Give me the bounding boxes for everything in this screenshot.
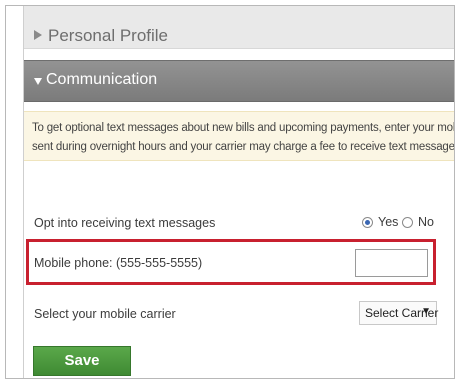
carrier-select[interactable]: Select Carrier ▼ bbox=[359, 301, 438, 325]
collapse-triangle-icon bbox=[34, 78, 42, 85]
mobile-phone-label: Mobile phone: (555-555-5555) bbox=[34, 256, 203, 270]
section-header-personal-profile[interactable]: Personal Profile bbox=[24, 6, 454, 49]
section-title: Communication bbox=[46, 71, 158, 88]
dropdown-arrow-icon: ▼ bbox=[421, 306, 431, 317]
carrier-label: Select your mobile carrier bbox=[34, 307, 176, 321]
mobile-phone-input[interactable] bbox=[355, 249, 428, 277]
settings-panel: Personal Profile Communication To get op… bbox=[23, 6, 455, 378]
opt-in-no-radio[interactable] bbox=[402, 217, 413, 228]
info-text-line-1: To get optional text messages about new … bbox=[32, 122, 455, 134]
opt-in-yes-label: Yes bbox=[378, 215, 399, 229]
section-header-communication[interactable]: Communication bbox=[24, 60, 454, 102]
save-changes-button[interactable]: Save Changes bbox=[33, 346, 131, 376]
info-text-line-2: sent during overnight hours and your car… bbox=[32, 141, 455, 153]
opt-in-yes-radio[interactable] bbox=[362, 217, 373, 228]
opt-in-label: Opt into receiving text messages bbox=[34, 216, 216, 230]
info-message: To get optional text messages about new … bbox=[24, 111, 455, 161]
page-frame: Personal Profile Communication To get op… bbox=[5, 5, 455, 379]
section-title: Personal Profile bbox=[48, 26, 169, 45]
opt-in-no-label: No bbox=[418, 215, 434, 229]
expand-triangle-icon bbox=[34, 30, 42, 40]
